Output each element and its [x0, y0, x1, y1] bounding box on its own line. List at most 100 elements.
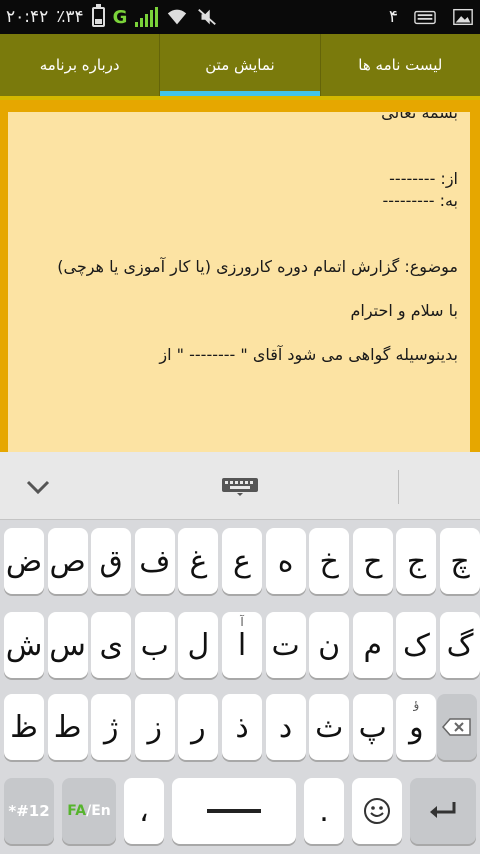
- key-letter[interactable]: وؤ: [396, 694, 437, 760]
- key-letter[interactable]: ذ: [222, 694, 262, 760]
- key-letter[interactable]: ن: [309, 612, 350, 678]
- key-label: ل: [187, 627, 210, 663]
- language-switch-key[interactable]: FA / En: [62, 778, 116, 844]
- key-label: م: [363, 627, 383, 663]
- key-letter[interactable]: د: [265, 694, 306, 760]
- keyboard-toolbar: [0, 452, 480, 520]
- key-label: ق: [99, 543, 123, 579]
- key-label: ض: [5, 543, 43, 579]
- key-label: ی: [99, 627, 123, 663]
- key-letter[interactable]: ر: [178, 694, 219, 760]
- symbols-key[interactable]: *#12: [4, 778, 54, 844]
- network-type: G: [112, 6, 128, 28]
- key-letter[interactable]: غ: [178, 528, 219, 594]
- key-letter[interactable]: س: [47, 612, 88, 678]
- keyboard-icon: [414, 10, 436, 25]
- key-letter[interactable]: ح: [352, 528, 393, 594]
- letter-text: بسمه تعالی از: -------- به: --------- مو…: [57, 112, 458, 364]
- key-letter[interactable]: ج: [396, 528, 437, 594]
- key-label: ف: [139, 543, 171, 579]
- key-letter[interactable]: ژ: [91, 694, 132, 760]
- key-letter[interactable]: ط: [47, 694, 88, 760]
- key-label: ث: [315, 709, 344, 745]
- lang-en-label: En: [91, 803, 111, 819]
- letter-text-area[interactable]: بسمه تعالی از: -------- به: --------- مو…: [8, 112, 470, 452]
- key-label: خ: [319, 543, 339, 579]
- key-label: د: [278, 709, 293, 745]
- status-bar: ۲۰:۴۲ ٪۳۴ G ۴: [0, 0, 480, 34]
- notification-count: ۴: [388, 7, 398, 27]
- emoji-key[interactable]: [352, 778, 402, 844]
- comma-key[interactable]: ،: [124, 778, 164, 844]
- key-letter[interactable]: ل: [178, 612, 219, 678]
- signal-icon: [135, 7, 159, 27]
- tab-label: لیست نامه ها: [358, 56, 443, 74]
- backspace-icon: [442, 718, 471, 736]
- key-label: ع: [233, 543, 251, 579]
- key-letter[interactable]: خ: [309, 528, 350, 594]
- wifi-icon: [168, 9, 187, 25]
- enter-icon: [430, 802, 456, 818]
- key-letter[interactable]: چ: [440, 528, 480, 594]
- key-letter[interactable]: ز: [134, 694, 175, 760]
- key-alt-label: ؤ: [413, 697, 420, 711]
- key-row-2: گکمنتاآ لبیسش: [0, 604, 480, 686]
- key-label: غ: [189, 543, 208, 579]
- key-letter[interactable]: ض: [4, 528, 44, 594]
- key-label: ج: [406, 543, 427, 579]
- keyboard: چجحخهعغفقصض گکمنتاآلبیسش وؤپثدذرزژطظ *#1…: [0, 520, 480, 854]
- key-label: چ: [450, 543, 470, 579]
- enter-key[interactable]: [410, 778, 476, 844]
- key-label: ح: [363, 543, 383, 579]
- key-letter[interactable]: ک: [396, 612, 437, 678]
- key-letter[interactable]: ب: [134, 612, 175, 678]
- key-letter[interactable]: اآ: [222, 612, 262, 678]
- period-key[interactable]: .: [304, 778, 344, 844]
- key-letter[interactable]: ق: [91, 528, 132, 594]
- key-label: گ: [446, 627, 474, 663]
- key-label: ذ: [235, 709, 249, 745]
- key-letter[interactable]: ص: [47, 528, 88, 594]
- key-label: و: [409, 709, 424, 745]
- key-letter[interactable]: پ: [352, 694, 393, 760]
- key-letter[interactable]: ش: [4, 612, 44, 678]
- lang-fa-label: FA: [67, 803, 87, 819]
- tab-letter-list[interactable]: لیست نامه ها: [319, 34, 480, 96]
- key-label: ز: [147, 709, 163, 745]
- content-area: بسمه تعالی از: -------- به: --------- مو…: [0, 100, 480, 452]
- key-letter[interactable]: ف: [134, 528, 175, 594]
- smiley-icon: [364, 798, 390, 824]
- chevron-down-icon[interactable]: [18, 472, 58, 502]
- key-letter[interactable]: م: [352, 612, 393, 678]
- battery-icon: [91, 4, 105, 27]
- mute-icon: [198, 8, 217, 26]
- key-letter[interactable]: ظ: [4, 694, 44, 760]
- key-alt-label: آ: [240, 615, 244, 629]
- key-label: ظ: [10, 709, 38, 745]
- key-letter[interactable]: گ: [440, 612, 480, 678]
- toolbar-divider: [398, 470, 399, 504]
- key-label: س: [49, 627, 86, 663]
- key-label: ر: [191, 709, 206, 745]
- key-letter[interactable]: ث: [309, 694, 350, 760]
- key-letter[interactable]: ه: [265, 528, 306, 594]
- keyboard-icon[interactable]: [222, 478, 258, 496]
- key-label: ط: [53, 709, 82, 745]
- key-label: ش: [5, 627, 43, 663]
- tab-bar: درباره برنامه نمایش متن لیست نامه ها: [0, 34, 480, 96]
- key-letter[interactable]: ی: [91, 612, 132, 678]
- key-label: ه: [277, 543, 294, 579]
- key-label: ص: [49, 543, 86, 579]
- space-key[interactable]: [172, 778, 296, 844]
- key-letter[interactable]: ت: [265, 612, 306, 678]
- key-label: ت: [271, 627, 300, 663]
- tab-show-text[interactable]: نمایش متن: [159, 34, 320, 96]
- tab-about[interactable]: درباره برنامه: [0, 34, 159, 96]
- key-label: ک: [402, 627, 430, 663]
- tab-label: درباره برنامه: [39, 56, 120, 74]
- backspace-key[interactable]: [437, 694, 477, 760]
- key-row-3: وؤپثدذرزژطظ: [0, 686, 480, 768]
- key-label: ن: [318, 627, 341, 663]
- key-letter[interactable]: ع: [222, 528, 262, 594]
- key-label: پ: [358, 709, 387, 745]
